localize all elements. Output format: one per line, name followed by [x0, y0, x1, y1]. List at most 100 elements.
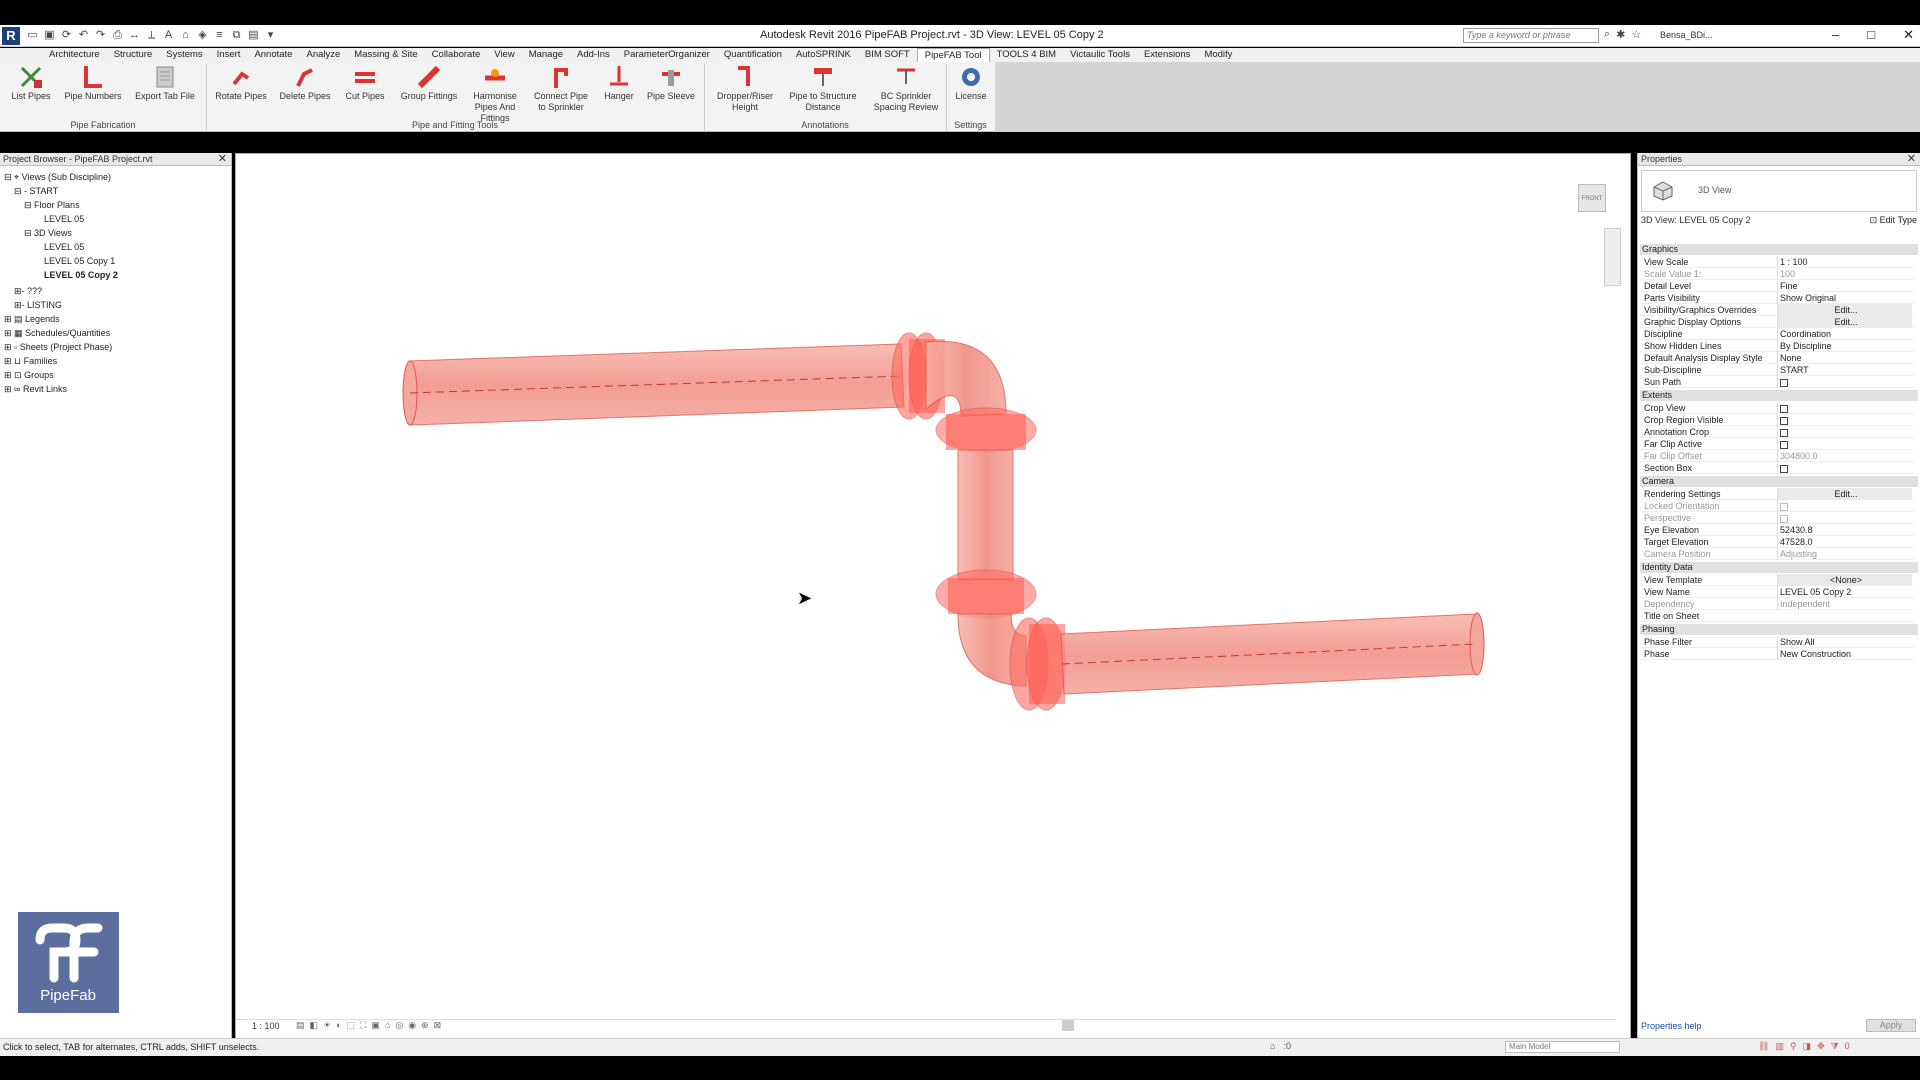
tab-quantification[interactable]: Quantification	[717, 48, 789, 62]
worksets-icon[interactable]: ⌂	[1270, 1041, 1275, 1051]
rotate-pipes-button[interactable]: Rotate Pipes	[210, 64, 272, 102]
export-tab-file-button[interactable]: Export Tab File	[134, 64, 196, 102]
dropper-riser-button[interactable]: Dropper/Riser Height	[712, 64, 778, 113]
view-scale-control[interactable]: 1 : 100	[252, 1021, 280, 1031]
sun-path-icon[interactable]: ☀	[323, 1020, 331, 1031]
close-icon[interactable]: ✕	[1907, 153, 1916, 165]
filter-icon[interactable]: ⧩	[1831, 1041, 1839, 1052]
prop-sun-path[interactable]: Sun Path	[1640, 376, 1914, 388]
tab-massing-site[interactable]: Massing & Site	[347, 48, 424, 62]
vertical-pipe[interactable]	[957, 449, 1014, 581]
cut-pipes-button[interactable]: Cut Pipes	[334, 64, 396, 102]
tree-legends[interactable]: ⊞ ▤ Legends	[4, 314, 60, 325]
pipe-to-structure-button[interactable]: Pipe to Structure Distance	[784, 64, 862, 113]
lock-icon[interactable]: ⌂	[385, 1020, 390, 1031]
tab-insert[interactable]: Insert	[210, 48, 248, 62]
tab-pipefab-tool[interactable]: PipeFAB Tool	[916, 48, 990, 62]
3d-view-icon[interactable]: ⌂	[179, 28, 192, 42]
switch-windows-icon[interactable]: ▤	[247, 28, 260, 42]
close-icon[interactable]: ✕	[218, 153, 227, 165]
select-underlay-icon[interactable]: ▥	[1775, 1041, 1784, 1052]
search-input[interactable]: Type a keyword or phrase	[1463, 28, 1599, 43]
save-icon[interactable]: ▣	[43, 28, 56, 42]
prop-rendering[interactable]: Rendering Settings Edit...	[1640, 488, 1914, 500]
visual-style-icon[interactable]: ◧	[310, 1020, 319, 1031]
license-button[interactable]: License	[950, 64, 992, 102]
section-box-checkbox[interactable]	[1780, 464, 1788, 473]
drag-elements-icon[interactable]: ✥	[1817, 1041, 1825, 1052]
select-by-face-icon[interactable]: ◨	[1803, 1041, 1812, 1052]
section-graphics[interactable]: Graphics	[1640, 244, 1918, 255]
horizontal-scrollbar[interactable]	[1062, 1020, 1074, 1031]
tab-bim-soft[interactable]: BIM SOFT	[858, 48, 917, 62]
type-selector[interactable]: 3D View	[1641, 170, 1917, 212]
delete-pipes-button[interactable]: Delete Pipes	[274, 64, 336, 102]
crop-visible-icon[interactable]: ▣	[371, 1020, 380, 1031]
close-hidden-icon[interactable]: ⧉	[230, 28, 243, 42]
prop-annotation-crop[interactable]: Annotation Crop	[1640, 426, 1914, 438]
prop-phase[interactable]: Phase New Construction	[1640, 648, 1914, 660]
favorites-icon[interactable]: ☆	[1631, 28, 1641, 41]
prop-view-scale[interactable]: View Scale 1 : 100	[1640, 256, 1914, 268]
rendering-edit-button[interactable]: Edit...	[1777, 488, 1912, 500]
shadows-icon[interactable]: ◐	[336, 1020, 341, 1031]
prop-view-template[interactable]: View Template <None>	[1640, 574, 1914, 586]
bc-sprinkler-button[interactable]: BC Sprinkler Spacing Review	[872, 64, 940, 113]
subscription-icon[interactable]: ✱	[1616, 28, 1625, 41]
reveal-hidden-icon[interactable]: ◉	[408, 1020, 416, 1031]
prop-analysis-style[interactable]: Default Analysis Display Style None	[1640, 352, 1914, 364]
prop-view-name[interactable]: View Name LEVEL 05 Copy 2	[1640, 586, 1914, 598]
tree-listing[interactable]: ⊞- LISTING	[14, 300, 62, 311]
prop-discipline[interactable]: Discipline Coordination	[1640, 328, 1914, 340]
sections-icon[interactable]: ◈	[196, 28, 209, 42]
navigation-bar[interactable]	[1604, 228, 1621, 286]
tree-unknown[interactable]: ⊞- ???	[14, 286, 42, 297]
crop-view-checkbox[interactable]	[1780, 404, 1788, 413]
open-icon[interactable]: ▭	[26, 28, 39, 42]
lower-coupling[interactable]	[1009, 617, 1066, 711]
tree-start[interactable]: ⊟ - START	[14, 186, 58, 197]
drawing-area[interactable]	[235, 153, 1631, 1044]
tab-parameterorganizer[interactable]: ParameterOrganizer	[617, 48, 717, 62]
group-fittings-button[interactable]: Group Fittings	[398, 64, 460, 102]
select-pinned-icon[interactable]: ⚲	[1790, 1041, 1797, 1052]
measure-icon[interactable]: ↔	[128, 28, 141, 42]
pipe-3d-model[interactable]	[236, 154, 1630, 1043]
far-clip-checkbox[interactable]	[1780, 440, 1788, 449]
tab-analyze[interactable]: Analyze	[299, 48, 347, 62]
apply-button[interactable]: Apply	[1866, 1019, 1916, 1032]
close-icon[interactable]: ✕	[1903, 27, 1914, 43]
section-camera[interactable]: Camera	[1640, 476, 1918, 487]
prop-phase-filter[interactable]: Phase Filter Show All	[1640, 636, 1914, 648]
sun-path-checkbox[interactable]	[1780, 378, 1788, 387]
tree-sheets[interactable]: ⊞ ▫ Sheets (Project Phase)	[4, 342, 112, 353]
tree-views-root[interactable]: ⊟ ⌖ Views (Sub Discipline)	[4, 172, 111, 183]
prop-detail-level[interactable]: Detail Level Fine	[1640, 280, 1914, 292]
prop-eye-elevation[interactable]: Eye Elevation 52430.8	[1640, 524, 1914, 536]
tree-schedules[interactable]: ⊞ ▦ Schedules/Quantities	[4, 328, 110, 339]
tree-3d-level05-copy2[interactable]: LEVEL 05 Copy 2	[44, 270, 118, 280]
crop-icon[interactable]: ⛶	[360, 1020, 366, 1031]
render-icon[interactable]: ⬚	[347, 1020, 356, 1031]
view-template-button[interactable]: <None>	[1777, 574, 1912, 586]
viewcube[interactable]: FRONT	[1578, 184, 1606, 212]
section-phasing[interactable]: Phasing	[1640, 624, 1918, 635]
tree-groups[interactable]: ⊞ ⊡ Groups	[4, 370, 54, 381]
annotation-crop-checkbox[interactable]	[1780, 428, 1788, 437]
prop-crop-region[interactable]: Crop Region Visible	[1640, 414, 1914, 426]
tab-structure[interactable]: Structure	[107, 48, 160, 62]
tree-3d-level05-copy1[interactable]: LEVEL 05 Copy 1	[44, 256, 115, 266]
connect-pipe-button[interactable]: Connect Pipe to Sprinkler	[530, 64, 592, 113]
maximize-icon[interactable]: □	[1867, 27, 1875, 43]
tab-annotate[interactable]: Annotate	[247, 48, 299, 62]
tree-families[interactable]: ⊞ ⊔ Families	[4, 356, 57, 367]
tree-revit-links[interactable]: ⊞ ∞ Revit Links	[4, 384, 67, 395]
dimension-icon[interactable]: ⟂	[145, 28, 158, 42]
edit-type-button[interactable]: ⊡ Edit Type	[1870, 215, 1917, 226]
text-icon[interactable]: A	[162, 28, 175, 42]
lower-pipe[interactable]	[1060, 612, 1485, 695]
constraints-icon[interactable]: ⊠	[434, 1020, 442, 1031]
user-signin[interactable]: Bensa_BDi...	[1660, 30, 1713, 40]
tab-tools-4-bim[interactable]: TOOLS 4 BIM	[990, 48, 1063, 62]
list-pipes-button[interactable]: List Pipes	[0, 64, 62, 102]
